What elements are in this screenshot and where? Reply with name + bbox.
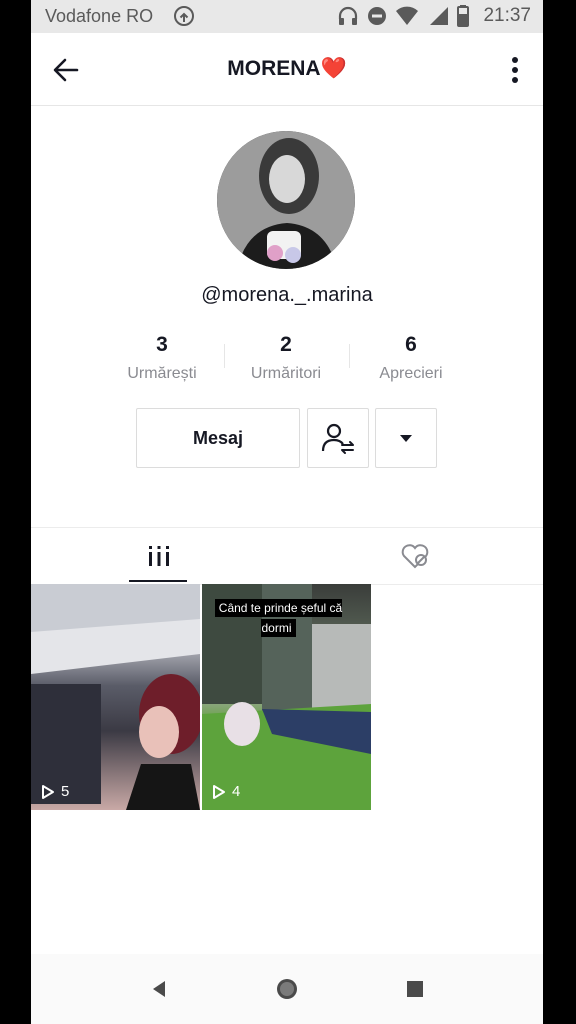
status-icons: 21:37 [337,5,531,27]
battery-icon [457,5,470,27]
tab-liked[interactable] [287,528,543,584]
profile-tabs [31,527,543,585]
carrier-name: Vodafone RO [45,6,154,26]
avatar-image [217,131,355,269]
play-icon [42,784,54,799]
stat-following[interactable]: 3 Urmărești [100,333,224,383]
video-thumbnail-image [31,584,200,810]
video-thumbnail[interactable]: 5 [31,584,200,810]
video-thumbnail[interactable]: Când te prinde șeful că dormi 4 [202,584,371,810]
caret-down-icon [400,435,412,442]
video-caption: Când te prinde șeful că dormi [205,598,352,638]
followers-label: Urmăritori [250,365,322,382]
stat-followers[interactable]: 2 Urmăritori [224,333,348,383]
wifi-icon [396,6,419,25]
play-count: 5 [41,783,69,800]
phone-screen: Vodafone RO 21:37 MORENA❤️ @morena._.mar… [31,0,543,1024]
profile-header: MORENA❤️ [31,33,543,106]
nav-home-icon[interactable] [272,974,302,1004]
follow-button[interactable] [307,408,369,468]
play-count-value: 5 [61,783,70,800]
likes-label: Aprecieri [379,365,443,382]
signal-icon [430,7,449,25]
status-bar: Vodafone RO 21:37 [31,0,543,33]
following-count: 3 [156,333,168,356]
more-vertical-icon[interactable] [511,55,519,85]
user-follow-icon [321,423,354,454]
likes-count: 6 [405,333,417,356]
play-count-value: 4 [232,783,241,800]
grid-icon [149,546,169,566]
following-label: Urmărești [127,365,197,382]
play-count: 4 [212,783,240,800]
tab-videos[interactable] [31,528,287,584]
nav-back-icon[interactable] [145,974,175,1004]
system-nav-bar [31,954,543,1024]
nav-recents-icon[interactable] [400,974,430,1004]
more-options-button[interactable] [375,408,437,468]
active-tab-indicator [129,580,187,582]
username: @morena._.marina [201,284,373,306]
page-title: MORENA❤️ [31,57,543,81]
message-button[interactable]: Mesaj [136,408,300,468]
sync-icon [174,6,194,26]
avatar[interactable] [217,131,355,269]
stat-likes: 6 Aprecieri [349,333,473,383]
headphones-icon [339,6,358,25]
play-icon [213,784,225,799]
followers-count: 2 [280,333,292,356]
video-caption-text: Când te prinde șeful că dormi [214,599,343,637]
heart-hidden-icon [401,544,429,569]
clock: 21:37 [483,5,531,26]
heart-emoji: ❤️ [320,57,347,80]
title-text: MORENA [227,57,321,80]
do-not-disturb-icon [368,7,387,25]
